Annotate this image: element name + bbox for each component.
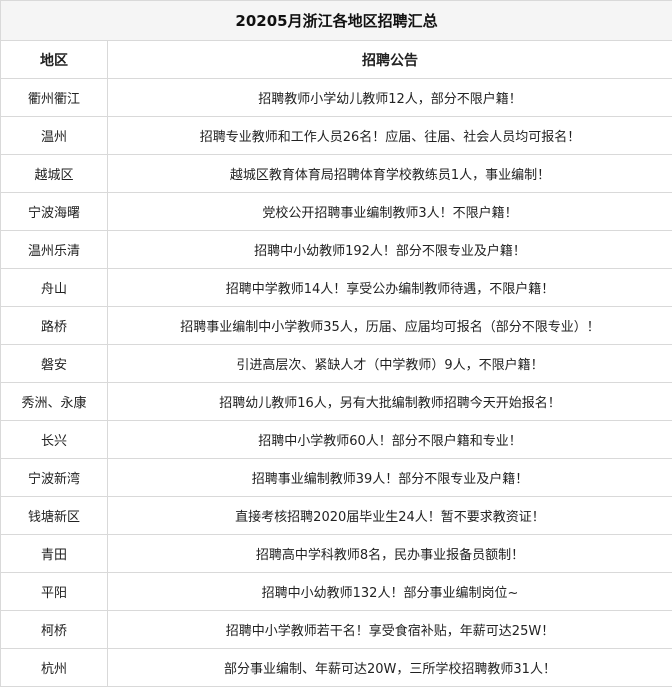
notice-cell: 引进高层次、紧缺人才（中学教师）9人，不限户籍！ — [107, 344, 672, 383]
table-row: 秀洲、永康 招聘幼儿教师16人，另有大批编制教师招聘今天开始报名！ — [0, 382, 672, 421]
table-row: 温州乐清 招聘中小幼教师192人！部分不限专业及户籍！ — [0, 230, 672, 269]
notice-cell: 招聘中小幼教师132人！部分事业编制岗位~ — [107, 572, 672, 611]
table-row: 平阳 招聘中小幼教师132人！部分事业编制岗位~ — [0, 572, 672, 611]
region-cell: 青田 — [0, 534, 108, 573]
table-row: 温州 招聘专业教师和工作人员26名！应届、往届、社会人员均可报名！ — [0, 116, 672, 155]
table-body: 衢州衢江 招聘教师小学幼儿教师12人，部分不限户籍！ 温州 招聘专业教师和工作人员26… — [0, 78, 672, 687]
region-cell: 秀洲、永康 — [0, 382, 108, 421]
notice-cell: 直接考核招聘2020届毕业生24人！暂不要求教资证！ — [107, 496, 672, 535]
notice-cell: 招聘中小幼教师192人！部分不限专业及户籍！ — [107, 230, 672, 269]
table-row: 杭州 部分事业编制、年薪可达20W，三所学校招聘教师31人！ — [0, 648, 672, 687]
table-row: 衢州衢江 招聘教师小学幼儿教师12人，部分不限户籍！ — [0, 78, 672, 117]
table-row: 青田 招聘高中学科教师8名，民办事业报备员额制！ — [0, 534, 672, 573]
notice-cell: 招聘中学教师14人！享受公办编制教师待遇，不限户籍！ — [107, 268, 672, 307]
table-row: 舟山 招聘中学教师14人！享受公办编制教师待遇，不限户籍！ — [0, 268, 672, 307]
table-header-row: 地区 招聘公告 — [0, 40, 672, 79]
table-row: 路桥 招聘事业编制中小学教师35人，历届、应届均可报名（部分不限专业）！ — [0, 306, 672, 345]
region-cell: 平阳 — [0, 572, 108, 611]
notice-cell: 招聘中小学教师若干名！享受食宿补贴，年薪可达25W！ — [107, 610, 672, 649]
region-cell: 磐安 — [0, 344, 108, 383]
region-cell: 温州乐清 — [0, 230, 108, 269]
region-cell: 宁波新湾 — [0, 458, 108, 497]
table-row: 钱塘新区 直接考核招聘2020届毕业生24人！暂不要求教资证！ — [0, 496, 672, 535]
column-header-notice: 招聘公告 — [107, 40, 672, 79]
region-cell: 宁波海曙 — [0, 192, 108, 231]
region-cell: 长兴 — [0, 420, 108, 459]
region-cell: 越城区 — [0, 154, 108, 193]
region-cell: 柯桥 — [0, 610, 108, 649]
column-header-region: 地区 — [0, 40, 108, 79]
notice-cell: 招聘教师小学幼儿教师12人，部分不限户籍！ — [107, 78, 672, 117]
region-cell: 温州 — [0, 116, 108, 155]
region-cell: 杭州 — [0, 648, 108, 687]
region-cell: 舟山 — [0, 268, 108, 307]
table-row: 磐安 引进高层次、紧缺人才（中学教师）9人，不限户籍！ — [0, 344, 672, 383]
notice-cell: 招聘中小学教师60人！部分不限户籍和专业！ — [107, 420, 672, 459]
notice-cell: 党校公开招聘事业编制教师3人！不限户籍！ — [107, 192, 672, 231]
notice-cell: 招聘专业教师和工作人员26名！应届、往届、社会人员均可报名！ — [107, 116, 672, 155]
table-row: 越城区 越城区教育体育局招聘体育学校教练员1人，事业编制！ — [0, 154, 672, 193]
region-cell: 钱塘新区 — [0, 496, 108, 535]
notice-cell: 招聘事业编制教师39人！部分不限专业及户籍！ — [107, 458, 672, 497]
table-row: 柯桥 招聘中小学教师若干名！享受食宿补贴，年薪可达25W！ — [0, 610, 672, 649]
region-cell: 路桥 — [0, 306, 108, 345]
notice-cell: 招聘高中学科教师8名，民办事业报备员额制！ — [107, 534, 672, 573]
notice-cell: 部分事业编制、年薪可达20W，三所学校招聘教师31人！ — [107, 648, 672, 687]
recruitment-summary-table: 20205月浙江各地区招聘汇总 地区 招聘公告 衢州衢江 招聘教师小学幼儿教师12… — [0, 0, 672, 687]
table-row: 宁波新湾 招聘事业编制教师39人！部分不限专业及户籍！ — [0, 458, 672, 497]
table-title-row: 20205月浙江各地区招聘汇总 — [0, 0, 672, 41]
table-row: 长兴 招聘中小学教师60人！部分不限户籍和专业！ — [0, 420, 672, 459]
region-cell: 衢州衢江 — [0, 78, 108, 117]
notice-cell: 招聘幼儿教师16人，另有大批编制教师招聘今天开始报名！ — [107, 382, 672, 421]
table-row: 宁波海曙 党校公开招聘事业编制教师3人！不限户籍！ — [0, 192, 672, 231]
table-title: 20205月浙江各地区招聘汇总 — [0, 0, 672, 41]
notice-cell: 越城区教育体育局招聘体育学校教练员1人，事业编制！ — [107, 154, 672, 193]
notice-cell: 招聘事业编制中小学教师35人，历届、应届均可报名（部分不限专业）！ — [107, 306, 672, 345]
